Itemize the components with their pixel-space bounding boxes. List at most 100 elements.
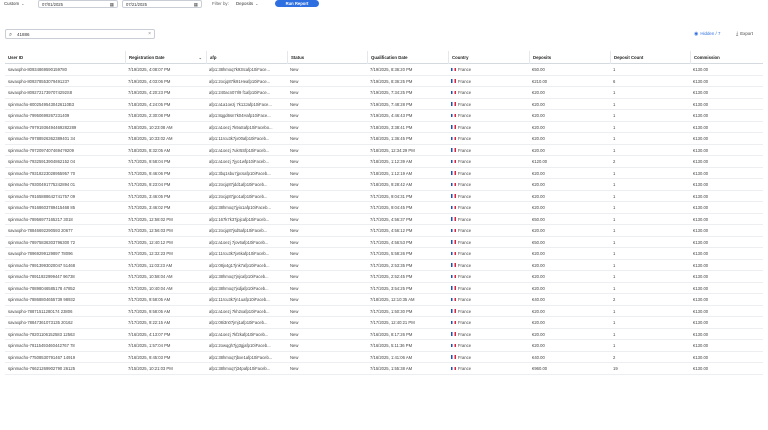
- column-header-deposits[interactable]: Deposits: [529, 51, 610, 64]
- cell-user-id: spinmacho-78898046585178 47852: [8, 285, 76, 291]
- france-flag-icon: [451, 217, 456, 221]
- cell-user-id: spinmacho-79318223028955957 70: [8, 170, 76, 176]
- report-table: User ID Registration Date ⌄ afp Status Q…: [5, 51, 763, 375]
- table-row[interactable]: savaxpho-80934869590159780 7/19/2025, 4:0…: [5, 64, 763, 76]
- cell-deposits: €20.00: [532, 274, 545, 279]
- end-date-input[interactable]: 07/21/2025 ▦: [122, 0, 202, 8]
- cell-registration-date: 7/17/2025, 9:46:06 PM: [128, 170, 171, 176]
- cell-country: France: [448, 329, 529, 341]
- cell-country: France: [448, 64, 529, 76]
- run-report-button[interactable]: Run Report: [275, 0, 319, 7]
- table-row[interactable]: spinmacho-78913993020047 51468 7/17/2025,…: [5, 260, 763, 271]
- cell-registration-date: 7/19/2025, 4:20:23 PM: [128, 90, 171, 95]
- cell-deposits: €50.00: [532, 239, 545, 245]
- cell-user-id: spinmacho-76621269902790 26125: [8, 366, 76, 371]
- cell-status: New: [290, 251, 299, 256]
- end-date-value: 07/21/2025: [126, 2, 147, 7]
- table-row[interactable]: spinmacho-79300491775242894 01 7/17/2025,…: [5, 179, 763, 191]
- table-row[interactable]: savaxpho-78871511280174 23806 7/17/2025, …: [5, 306, 763, 317]
- column-header-status[interactable]: Status: [287, 51, 367, 64]
- cell-deposit-count: 1: [613, 343, 616, 348]
- calendar-icon[interactable]: ▦: [110, 1, 114, 8]
- cell-registration-date: 7/17/2025, 11:03:23 AM: [128, 262, 173, 268]
- filter-by-label: Filter by:: [212, 1, 229, 6]
- cell-commission: €130.00: [693, 136, 709, 141]
- table-row[interactable]: spinmacho-78201106152583 12563 7/16/2025,…: [5, 329, 763, 341]
- export-button[interactable]: ⤓ Export: [736, 29, 753, 39]
- table-row[interactable]: spinmacho-79168603789415468 85 7/17/2025,…: [5, 202, 763, 214]
- cell-afp: afp1:38hmoq7jyio1afp10iFaceb...: [209, 205, 271, 210]
- cell-afp: afp1:167k7k37jpjcafp10iFaceb...: [209, 216, 270, 222]
- search-input[interactable]: ⌕ 41886 ×: [5, 29, 155, 39]
- cell-afp: afp1:38hmoq7k93Icafp10iFace...: [209, 67, 270, 72]
- france-flag-icon: [451, 355, 456, 359]
- filter-select[interactable]: Deposits ⌄: [236, 0, 268, 7]
- start-date-input[interactable]: 07/01/2025 ▦: [38, 0, 118, 8]
- table-row[interactable]: spinmacho-78911922999447 96738 7/17/2025,…: [5, 271, 763, 283]
- cell-deposits: €50.00: [532, 67, 545, 72]
- sort-desc-icon[interactable]: ⌄: [199, 51, 202, 64]
- france-flag-icon: [451, 102, 456, 106]
- cell-user-id: spinmacho-79325913904862152 04: [8, 159, 76, 164]
- clear-icon[interactable]: ×: [148, 30, 151, 39]
- cell-qualification-date: 7/17/2025, 9:04:31 PM: [370, 193, 413, 199]
- table-row[interactable]: savaxpho-80927217397074292S8 7/19/2025, 4…: [5, 87, 763, 99]
- table-row[interactable]: savaxpho-80937855307949123? 7/19/2025, 4:…: [5, 76, 763, 87]
- cell-commission: €130.00: [693, 170, 709, 176]
- cell-deposits: €20.00: [532, 331, 545, 337]
- cell-registration-date: 7/17/2025, 10:58:04 AM: [128, 274, 173, 279]
- column-header-registration-date[interactable]: Registration Date ⌄: [125, 51, 206, 64]
- cell-commission: €130.00: [693, 297, 709, 302]
- cell-deposits: €20.00: [532, 262, 545, 268]
- country-label: France: [458, 159, 472, 164]
- date-range-select[interactable]: Custom ⌄: [4, 0, 34, 7]
- table-row[interactable]: spinmacho-79318223028955957 70 7/17/2025,…: [5, 168, 763, 179]
- cell-registration-date: 7/16/2025, 4:13:07 PM: [128, 331, 171, 337]
- calendar-icon[interactable]: ▦: [194, 1, 198, 8]
- cell-deposit-count: 1: [613, 67, 616, 72]
- cell-commission: €130.00: [693, 343, 709, 348]
- table-row[interactable]: spinmacho-78868804655739 98932 7/17/2025,…: [5, 294, 763, 306]
- table-row[interactable]: savaxpho-78847361073135 20162 7/17/2025, …: [5, 317, 763, 329]
- column-header-label: Registration Date: [129, 55, 165, 60]
- cell-deposits: €50.00: [532, 216, 545, 222]
- table-row[interactable]: spinmacho-78898046585178 47852 7/17/2025,…: [5, 283, 763, 294]
- cell-deposits: €20.00: [532, 343, 545, 348]
- table-row[interactable]: spinmacho-80025495430426110B3 7/18/2025, …: [5, 99, 763, 110]
- table-row[interactable]: spinmacho-78975836303796300 72 7/17/2025,…: [5, 237, 763, 248]
- column-header-deposit-count[interactable]: Deposit Count: [610, 51, 690, 64]
- cell-qualification-date: 7/17/2025, 1:50:30 PM: [370, 308, 413, 314]
- search-value: 41886: [17, 32, 30, 37]
- cell-registration-date: 7/19/2025, 4:08:07 PM: [128, 67, 171, 72]
- hidden-columns-label: Hidden / 7: [700, 31, 721, 36]
- table-row[interactable]: spinmacho-79950699267231409 7/18/2025, 2:…: [5, 110, 763, 122]
- cell-registration-date: 7/18/2025, 10:23:08 AM: [128, 124, 173, 130]
- cell-deposit-count: 1: [613, 101, 616, 107]
- column-header-qualification-date[interactable]: Qualification Date: [367, 51, 448, 64]
- table-row[interactable]: savaxpho-78969299129897 78096 7/17/2025, …: [5, 248, 763, 260]
- table-row[interactable]: spinmacho-78956977165217 3018 7/17/2025, …: [5, 214, 763, 225]
- column-header-commission[interactable]: Commission: [690, 51, 763, 64]
- table-row[interactable]: spinmacho-76621269902790 26125 7/15/2025,…: [5, 363, 763, 375]
- cell-registration-date: 7/17/2025, 9:58:04 PM: [128, 159, 171, 164]
- table-row[interactable]: spinmacho-79720974074694?9209 7/18/2025, …: [5, 145, 763, 157]
- cell-country: France: [448, 145, 529, 157]
- cell-country: France: [448, 110, 529, 122]
- france-flag-icon: [451, 194, 456, 198]
- column-header-country[interactable]: Country: [448, 51, 529, 64]
- column-header-user-id[interactable]: User ID: [5, 51, 125, 64]
- table-row[interactable]: spinmacho-79791936494469282289 7/18/2025,…: [5, 122, 763, 133]
- cell-status: New: [290, 78, 299, 84]
- table-row[interactable]: spinmacho-79165888642741757 09 7/17/2025,…: [5, 191, 763, 202]
- table-row[interactable]: spinmacho-77508530791467 14919 7/16/2025,…: [5, 352, 763, 363]
- column-header-afp[interactable]: afp: [206, 51, 287, 64]
- table-row[interactable]: spinmacho-78115493460442767 78 7/16/2025,…: [5, 340, 763, 352]
- table-row[interactable]: spinmacho-79788926362389401 34 7/18/2025,…: [5, 133, 763, 145]
- cell-afp: afp1:a1oezj 7kh2xafp10iFaceb...: [209, 308, 270, 314]
- table-row[interactable]: savaxpho-78846692290593 20677 7/17/2025, …: [5, 225, 763, 237]
- cell-deposit-count: 1: [613, 147, 616, 153]
- cell-status: New: [290, 274, 299, 279]
- table-row[interactable]: spinmacho-79325913904862152 04 7/17/2025,…: [5, 156, 763, 168]
- filter-select-value: Deposits: [236, 1, 254, 6]
- hidden-columns-button[interactable]: ◉ Hidden / 7: [694, 29, 720, 39]
